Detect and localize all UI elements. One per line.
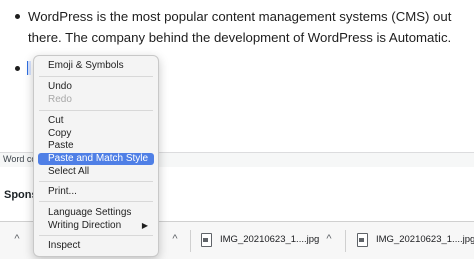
menu-item-emoji-symbols[interactable]: Emoji & Symbols	[38, 60, 154, 72]
menu-item-select-all[interactable]: Select All	[38, 166, 154, 178]
menu-separator	[39, 181, 153, 182]
menu-item-cut[interactable]: Cut	[38, 115, 154, 127]
menu-item-copy[interactable]: Copy	[38, 128, 154, 140]
file-icon	[357, 233, 368, 247]
download-filename: IMG_20210623_1....jpg	[376, 234, 474, 245]
download-item[interactable]: IMG_20210623_1....jpg	[357, 232, 474, 250]
menu-item-inspect[interactable]: Inspect	[38, 240, 154, 252]
chevron-up-icon[interactable]: ^	[322, 233, 336, 245]
shelf-divider	[190, 230, 191, 252]
menu-separator	[39, 76, 153, 77]
menu-separator	[39, 110, 153, 111]
menu-item-language-settings[interactable]: Language Settings	[38, 207, 154, 219]
menu-separator	[39, 201, 153, 202]
menu-separator	[39, 235, 153, 236]
bullet-dot	[15, 66, 20, 71]
menu-item-label: Writing Direction	[48, 220, 122, 231]
menu-item-paste[interactable]: Paste	[38, 140, 154, 152]
file-icon	[201, 233, 212, 247]
page: WordPress is the most popular content ma…	[0, 0, 474, 259]
menu-item-writing-direction[interactable]: Writing Direction ▶	[38, 220, 154, 232]
menu-item-undo[interactable]: Undo	[38, 81, 154, 93]
bullet-dot	[15, 14, 20, 19]
menu-item-redo: Redo	[48, 94, 72, 105]
download-filename: IMG_20210623_1....jpg	[220, 234, 320, 245]
menu-item-paste-match-style[interactable]: Paste and Match Style	[38, 153, 154, 165]
chevron-up-icon[interactable]: ^	[168, 233, 182, 245]
shelf-divider	[345, 230, 346, 252]
submenu-arrow-icon: ▶	[141, 221, 148, 230]
chevron-up-icon[interactable]: ^	[10, 233, 24, 245]
list-item-paragraph[interactable]: WordPress is the most popular content ma…	[28, 6, 468, 48]
context-menu: Emoji & Symbols Undo Redo Cut Copy Paste…	[33, 55, 159, 257]
word-count: Word co	[3, 154, 37, 164]
download-item[interactable]: IMG_20210623_1....jpg	[201, 232, 341, 250]
text-cursor[interactable]	[27, 61, 31, 75]
menu-item-print[interactable]: Print...	[38, 186, 154, 198]
